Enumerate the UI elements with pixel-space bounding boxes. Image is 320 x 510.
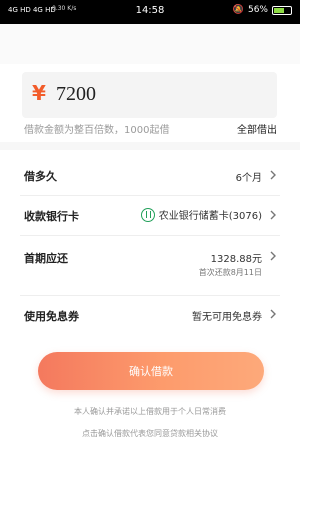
chevron-right-icon — [270, 170, 276, 180]
chevron-right-icon — [270, 210, 276, 220]
amount-hint: 借款金额为整百倍数，1000起借 — [24, 125, 170, 136]
first-payment-row[interactable]: 首期应还 1328.88元 首次还款8月11日 — [20, 236, 280, 296]
amount-hint-row: 借款金额为整百倍数，1000起借 全部借出 — [24, 121, 277, 136]
amount-value[interactable]: 7200 — [56, 83, 96, 106]
header-area — [0, 24, 300, 64]
chevron-right-icon — [270, 309, 276, 319]
battery-icon — [272, 5, 292, 15]
coupon-label: 使用免息券 — [24, 310, 79, 323]
bank-logo-icon — [140, 208, 155, 222]
section-divider — [0, 142, 300, 150]
chevron-right-icon — [270, 251, 276, 261]
confirm-borrow-button[interactable]: 确认借款 — [38, 352, 264, 390]
bank-card-value-wrap: 农业银行储蓄卡(3076) — [140, 207, 262, 223]
battery-percent: 56% — [247, 5, 268, 15]
status-bar: 4G HD 4G HD 0.30 K/s 14:58 🔕 56% — [0, 0, 300, 24]
term-row[interactable]: 借多久 6个月 — [20, 156, 280, 196]
first-payment-date: 首次还款8月11日 — [198, 268, 262, 277]
consumption-note: 本人确认并承诺以上借款用于个人日常消费 — [74, 407, 226, 416]
status-right: 🔕 56% — [233, 5, 292, 15]
bank-card-row[interactable]: 收款银行卡 农业银行储蓄卡(3076) — [20, 196, 280, 236]
borrow-all-link[interactable]: 全部借出 — [237, 121, 277, 136]
term-value: 6个月 — [235, 173, 262, 184]
currency-symbol: ¥ — [32, 81, 46, 105]
coupon-row[interactable]: 使用免息券 暂无可用免息券 — [20, 296, 280, 332]
first-payment-value: 1328.88元 — [210, 254, 262, 265]
mute-icon: 🔕 — [232, 5, 244, 15]
agreement-note[interactable]: 点击确认借款代表您同意贷款相关协议 — [0, 428, 300, 439]
bank-card-value: 农业银行储蓄卡(3076) — [158, 211, 262, 222]
bank-card-label: 收款银行卡 — [24, 210, 79, 223]
coupon-value: 暂无可用免息券 — [192, 312, 262, 323]
amount-input-card[interactable]: ¥ 7200 — [22, 72, 277, 118]
term-label: 借多久 — [24, 170, 57, 183]
first-payment-label: 首期应还 — [24, 252, 68, 265]
